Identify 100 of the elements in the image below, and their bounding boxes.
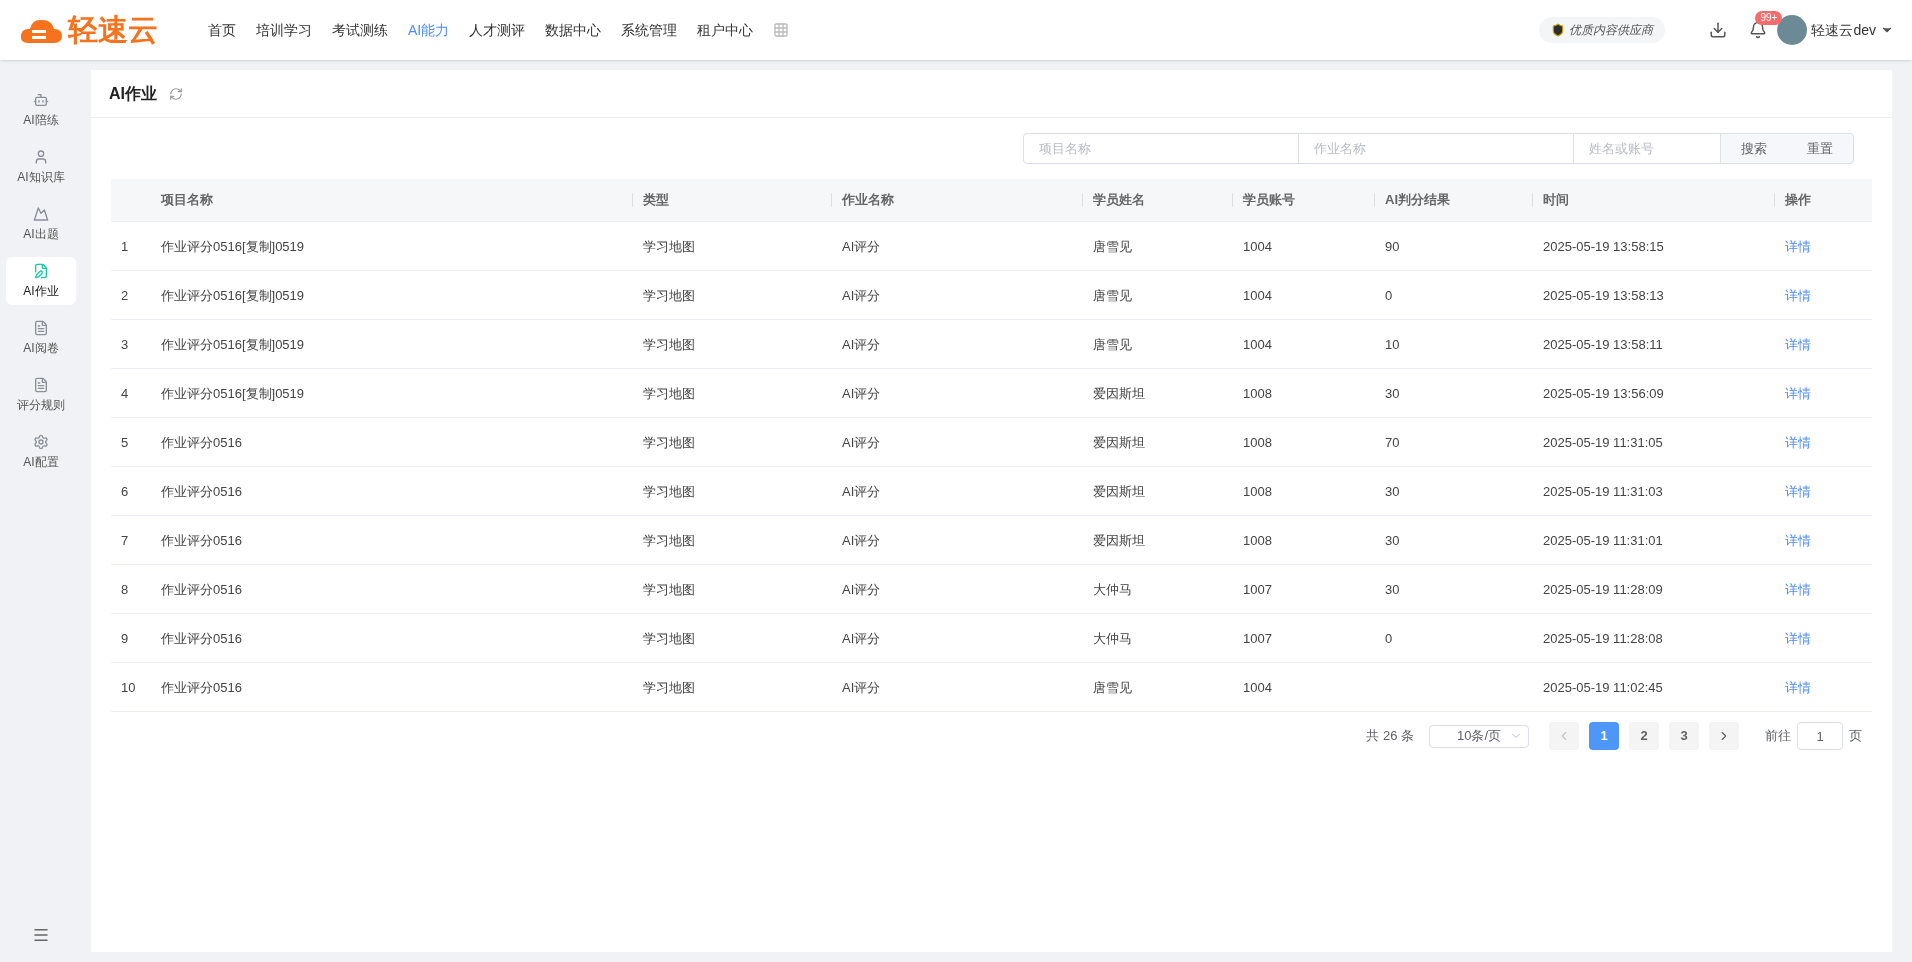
- table-cell: 作业评分0516[复制]0519: [161, 386, 305, 401]
- details-link[interactable]: 详情: [1785, 239, 1811, 254]
- search-button[interactable]: 搜索: [1721, 134, 1787, 163]
- nav-link[interactable]: 系统管理: [621, 19, 678, 41]
- nav-link[interactable]: 考试测练: [332, 19, 388, 41]
- table-cell: 唐雪见: [1093, 239, 1132, 254]
- table-cell: 2025-05-19 13:56:09: [1543, 386, 1664, 401]
- table-cell: 4: [121, 386, 129, 401]
- search-field[interactable]: 作业名称: [1298, 133, 1574, 164]
- table-cell: 作业评分0516[复制]0519: [161, 337, 305, 352]
- table-cell: 30: [1385, 582, 1400, 597]
- notification-count: 99+: [1755, 11, 1783, 25]
- table-cell: 10: [121, 680, 136, 695]
- avatar[interactable]: [1777, 15, 1808, 45]
- table-cell: 6: [121, 484, 129, 499]
- search-field[interactable]: 项目名称: [1023, 133, 1299, 164]
- column-header: 类型: [643, 191, 669, 210]
- details-link[interactable]: 详情: [1785, 582, 1811, 597]
- refresh-icon[interactable]: [169, 86, 183, 101]
- details-link[interactable]: 详情: [1785, 484, 1811, 499]
- table-cell: 2: [121, 288, 129, 303]
- table-cell: 作业评分0516: [161, 435, 242, 450]
- sidebar-item[interactable]: AI知识库: [6, 143, 76, 191]
- nav-link[interactable]: 培训学习: [256, 19, 312, 41]
- goto-suffix: 页: [1849, 727, 1862, 746]
- table-cell: 1007: [1243, 582, 1272, 597]
- table-cell: 学习地图: [643, 533, 695, 548]
- table-cell: 70: [1385, 435, 1400, 450]
- table-cell: 0: [1385, 288, 1393, 303]
- table-cell: 2025-05-19 13:58:13: [1543, 288, 1664, 303]
- column-header: 时间: [1543, 191, 1569, 210]
- page-button[interactable]: 2: [1629, 722, 1659, 750]
- sidebar-item[interactable]: AI阅卷: [6, 314, 76, 362]
- page-title: AI作业: [109, 83, 157, 104]
- page-size-select[interactable]: 10条/页: [1429, 724, 1529, 748]
- table-cell: AI评分: [842, 582, 881, 597]
- user-name[interactable]: 轻速云dev: [1811, 19, 1876, 41]
- details-link[interactable]: 详情: [1785, 288, 1811, 303]
- table-cell: 1004: [1243, 288, 1272, 303]
- nav-link[interactable]: 人才测评: [469, 19, 526, 41]
- column-header: 学员账号: [1243, 191, 1295, 210]
- table-cell: 2025-05-19 11:28:09: [1543, 582, 1663, 597]
- sidebar-item[interactable]: 评分规则: [6, 371, 76, 419]
- menu-icon[interactable]: [32, 926, 50, 944]
- nav-link[interactable]: 首页: [208, 19, 236, 41]
- table-cell: 学习地图: [643, 337, 695, 352]
- table-cell: 作业评分0516: [161, 680, 242, 695]
- logo-text: 轻速云: [68, 15, 158, 45]
- table-cell: 90: [1385, 239, 1400, 254]
- details-link[interactable]: 详情: [1785, 680, 1811, 695]
- person-icon: [33, 148, 49, 165]
- download-icon[interactable]: [1709, 21, 1728, 39]
- table-cell: 30: [1385, 484, 1400, 499]
- gear-icon: [33, 433, 49, 450]
- table-cell: 5: [121, 435, 129, 450]
- table-cell: 1: [121, 239, 129, 254]
- robot-icon: [33, 91, 49, 108]
- details-link[interactable]: 详情: [1785, 631, 1811, 646]
- table-cell: 0: [1385, 631, 1393, 646]
- sidebar-item[interactable]: AI出题: [6, 200, 76, 248]
- document-pen-icon: [33, 262, 49, 279]
- table-cell: 30: [1385, 533, 1400, 548]
- sidebar-item[interactable]: AI作业: [6, 257, 76, 305]
- table-cell: 大仲马: [1093, 631, 1132, 646]
- table-cell: AI评分: [842, 386, 881, 401]
- page-number-field[interactable]: 1: [1797, 722, 1843, 750]
- table-cell: 30: [1385, 386, 1400, 401]
- table-cell: 爱因斯坦: [1093, 533, 1145, 548]
- search-field[interactable]: 姓名或账号: [1573, 133, 1721, 164]
- table-cell: 2025-05-19 11:02:45: [1543, 680, 1663, 695]
- goto-label: 前往: [1765, 727, 1791, 746]
- table-cell: 2025-05-19 13:58:15: [1543, 239, 1664, 254]
- nav-link[interactable]: 租户中心: [697, 19, 754, 41]
- table-cell: 作业评分0516: [161, 631, 242, 646]
- column-header: AI判分结果: [1385, 191, 1450, 210]
- table-cell: 唐雪见: [1093, 337, 1132, 352]
- table-cell: 唐雪见: [1093, 680, 1132, 695]
- table-cell: AI评分: [842, 288, 881, 303]
- page-button[interactable]: 3: [1669, 722, 1699, 750]
- details-link[interactable]: 详情: [1785, 533, 1811, 548]
- table-cell: 1004: [1243, 680, 1272, 695]
- table-cell: 作业评分0516: [161, 582, 242, 597]
- details-link[interactable]: 详情: [1785, 386, 1811, 401]
- table-cell: AI评分: [842, 239, 881, 254]
- details-link[interactable]: 详情: [1785, 337, 1811, 352]
- nav-link[interactable]: AI能力: [408, 19, 450, 41]
- table-cell: 2025-05-19 13:58:11: [1543, 337, 1663, 352]
- mountain-icon: [33, 205, 49, 222]
- table-cell: 作业评分0516[复制]0519: [161, 239, 305, 254]
- sidebar-item[interactable]: AI配置: [6, 428, 76, 476]
- table-cell: 学习地图: [643, 386, 695, 401]
- table-cell: 1008: [1243, 435, 1272, 450]
- table-cell: 唐雪见: [1093, 288, 1132, 303]
- nav-link[interactable]: 数据中心: [545, 19, 602, 41]
- table-cell: 学习地图: [643, 680, 695, 695]
- notification-icon[interactable]: [1749, 21, 1768, 39]
- details-link[interactable]: 详情: [1785, 435, 1811, 450]
- search-button[interactable]: 重置: [1787, 134, 1853, 163]
- table-cell: 2025-05-19 11:31:03: [1543, 484, 1663, 499]
- sidebar-item[interactable]: AI陪练: [6, 86, 76, 134]
